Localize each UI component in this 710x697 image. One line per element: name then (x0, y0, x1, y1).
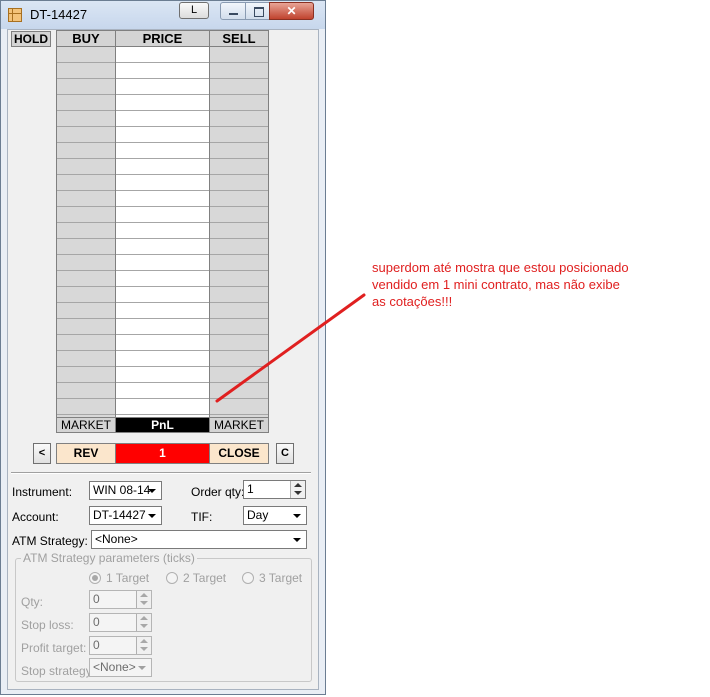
annotation-line-1: superdom até mostra que estou posicionad… (372, 260, 629, 275)
annotation-arrow-line (215, 293, 366, 403)
annotation-line-3: as cotações!!! (372, 294, 453, 309)
annotation-line-2: vendido em 1 mini contrato, mas não exib… (372, 277, 620, 292)
annotation-arrow (215, 293, 366, 403)
annotation-text: superdom até mostra que estou posicionad… (372, 259, 672, 310)
